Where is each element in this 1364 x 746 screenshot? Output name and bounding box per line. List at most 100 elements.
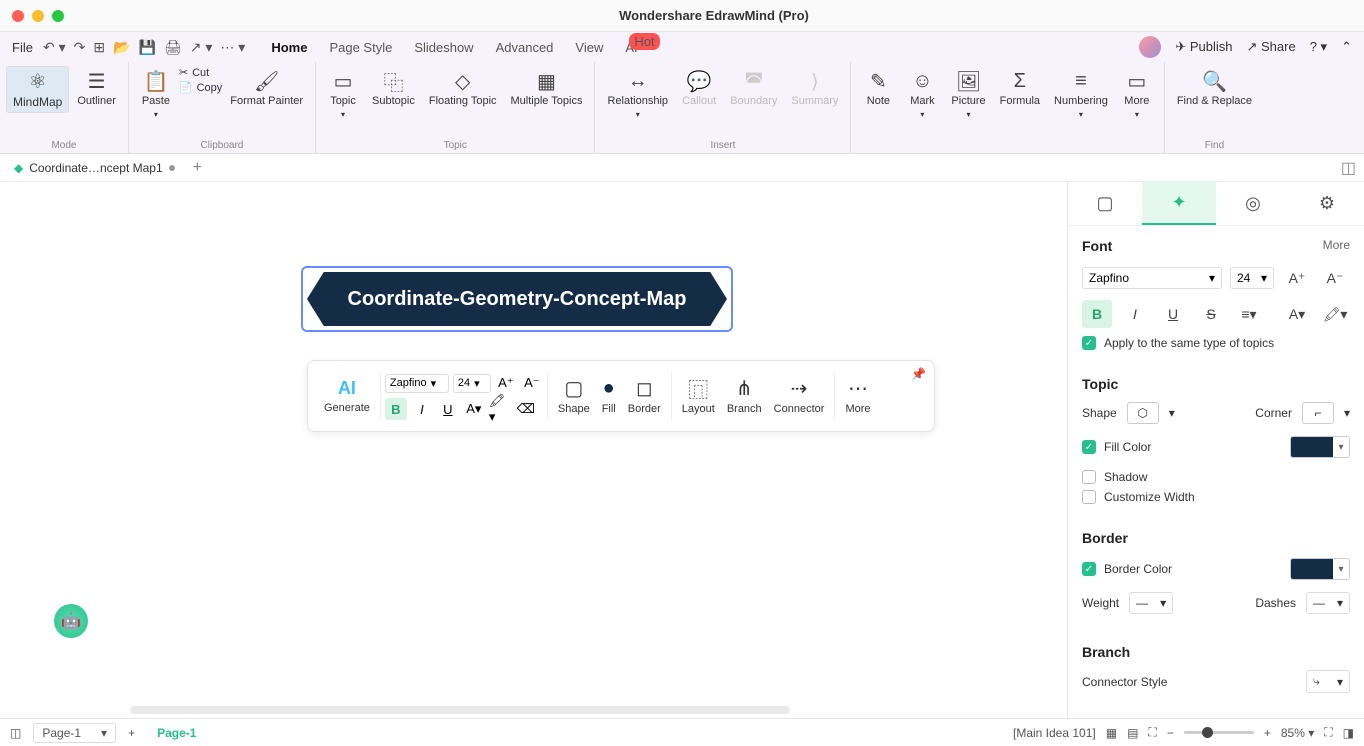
font-family-dropdown[interactable]: Zapfino▾ bbox=[1082, 267, 1222, 289]
border-color-swatch[interactable]: ▾ bbox=[1290, 558, 1350, 580]
italic-toggle[interactable]: I bbox=[1120, 300, 1150, 328]
print-icon[interactable]: 🖨 bbox=[164, 39, 182, 56]
outliner-mode[interactable]: ☰Outliner bbox=[71, 66, 122, 111]
apply-same-type-checkbox[interactable]: ✓Apply to the same type of topics bbox=[1082, 336, 1350, 350]
more-icon[interactable]: ⋯ ▾ bbox=[220, 39, 245, 56]
export-icon[interactable]: ↗ ▾ bbox=[190, 39, 213, 56]
tab-page-style[interactable]: Page Style bbox=[329, 40, 392, 55]
central-topic[interactable]: Coordinate-Geometry-Concept-Map bbox=[305, 270, 729, 328]
underline-button[interactable]: U bbox=[437, 398, 459, 420]
tab-advanced[interactable]: Advanced bbox=[496, 40, 554, 55]
dashes-dropdown[interactable]: —▾ bbox=[1306, 592, 1350, 614]
relationship-button[interactable]: ↔Relationship▾ bbox=[601, 66, 674, 123]
copy-button[interactable]: 📄 Copy bbox=[179, 81, 222, 94]
open-icon[interactable]: 📂 bbox=[113, 39, 130, 56]
highlight-dropdown[interactable]: 🖍▾ bbox=[1320, 300, 1350, 328]
layout-button[interactable]: ⿵Layout bbox=[676, 378, 721, 415]
bold-toggle[interactable]: B bbox=[1082, 300, 1112, 328]
panel-toggle-icon[interactable]: ◫ bbox=[1341, 158, 1356, 178]
minimize-window[interactable] bbox=[32, 10, 44, 22]
zoom-in-button[interactable]: + bbox=[1264, 726, 1271, 740]
tab-view[interactable]: View bbox=[575, 40, 603, 55]
page-tab[interactable]: Page-1 bbox=[147, 726, 206, 740]
ai-generate-button[interactable]: AI Generate bbox=[318, 378, 376, 414]
publish-button[interactable]: ✈ Publish bbox=[1175, 39, 1232, 55]
file-menu[interactable]: File bbox=[12, 40, 33, 55]
cut-button[interactable]: ✂ Cut bbox=[179, 66, 222, 79]
font-size-select[interactable]: 24▾ bbox=[453, 374, 491, 393]
border-color-checkbox[interactable]: ✓Border Color bbox=[1082, 562, 1172, 576]
formula-button[interactable]: ΣFormula bbox=[994, 66, 1046, 111]
connector-button[interactable]: ⇢Connector bbox=[768, 378, 831, 415]
redo-icon[interactable]: ↷ bbox=[74, 39, 86, 56]
topic-button[interactable]: ▭Topic▾ bbox=[322, 66, 364, 123]
zoom-level[interactable]: 85% ▾ bbox=[1281, 726, 1314, 740]
mark-button[interactable]: ☺Mark▾ bbox=[901, 66, 943, 123]
more-button[interactable]: ⋯More bbox=[839, 378, 876, 415]
picture-button[interactable]: 🖼Picture▾ bbox=[945, 66, 991, 123]
clear-format-button[interactable]: ⌫ bbox=[515, 398, 537, 420]
paste-button[interactable]: 📋Paste▾ bbox=[135, 66, 177, 123]
note-button[interactable]: ✎Note bbox=[857, 66, 899, 111]
fill-color-swatch[interactable]: ▾ bbox=[1290, 436, 1350, 458]
tab-ai[interactable]: AIHot bbox=[625, 40, 637, 55]
font-size-dropdown[interactable]: 24▾ bbox=[1230, 267, 1274, 289]
fullscreen-icon[interactable]: ⛶ bbox=[1324, 725, 1332, 740]
subtopic-button[interactable]: ⿻Subtopic bbox=[366, 66, 421, 111]
tab-slideshow[interactable]: Slideshow bbox=[414, 40, 473, 55]
highlight-button[interactable]: 🖍▾ bbox=[489, 398, 511, 420]
sidetab-map-icon[interactable]: ◎ bbox=[1216, 182, 1290, 225]
mindmap-mode[interactable]: ⚛MindMap bbox=[6, 66, 69, 113]
help-icon[interactable]: ? ▾ bbox=[1310, 39, 1327, 55]
document-tab[interactable]: ◆ Coordinate…ncept Map1 bbox=[8, 161, 181, 175]
font-more-link[interactable]: More bbox=[1323, 238, 1350, 252]
outline-view-icon[interactable]: ◫ bbox=[10, 726, 21, 740]
numbering-button[interactable]: ≡Numbering▾ bbox=[1048, 66, 1114, 123]
shadow-checkbox[interactable]: Shadow bbox=[1082, 470, 1350, 484]
tab-home[interactable]: Home bbox=[271, 40, 307, 55]
zoom-slider[interactable] bbox=[1184, 731, 1254, 734]
format-painter-button[interactable]: 🖌Format Painter bbox=[224, 66, 309, 111]
sidetab-style-icon[interactable]: ✦ bbox=[1142, 182, 1216, 225]
close-window[interactable] bbox=[12, 10, 24, 22]
ai-assistant-bot[interactable]: 🤖 bbox=[54, 604, 88, 638]
page-select[interactable]: Page-1▾ bbox=[33, 723, 116, 743]
more-insert-button[interactable]: ▭More▾ bbox=[1116, 66, 1158, 123]
branch-button[interactable]: ⋔Branch bbox=[721, 378, 768, 415]
new-icon[interactable]: ⊞ bbox=[93, 39, 105, 56]
strikethrough-toggle[interactable]: S bbox=[1196, 300, 1226, 328]
border-button[interactable]: ◻Border bbox=[622, 378, 667, 415]
pin-icon[interactable]: 📌 bbox=[911, 367, 926, 381]
font-family-select[interactable]: Zapfino▾ bbox=[385, 374, 449, 393]
zoom-out-button[interactable]: − bbox=[1167, 726, 1174, 740]
font-color-dropdown[interactable]: A▾ bbox=[1282, 300, 1312, 328]
panel-icon[interactable]: ◨ bbox=[1343, 726, 1354, 740]
share-button[interactable]: ↗ Share bbox=[1247, 39, 1296, 55]
fill-button[interactable]: ●Fill bbox=[596, 378, 622, 415]
collapse-icon[interactable]: ⌃ bbox=[1341, 39, 1352, 55]
view-grid-icon[interactable]: ▦ bbox=[1106, 726, 1117, 740]
sidetab-settings-icon[interactable]: ⚙ bbox=[1290, 182, 1364, 225]
bold-button[interactable]: B bbox=[385, 398, 407, 420]
add-page-button[interactable]: + bbox=[128, 726, 135, 740]
add-tab-button[interactable]: + bbox=[193, 159, 202, 177]
user-avatar[interactable] bbox=[1139, 36, 1161, 58]
increase-font-button[interactable]: A⁺ bbox=[1282, 264, 1312, 292]
floating-topic-button[interactable]: ◇Floating Topic bbox=[423, 66, 503, 111]
multiple-topics-button[interactable]: ▦Multiple Topics bbox=[505, 66, 589, 111]
align-toggle[interactable]: ≡▾ bbox=[1234, 300, 1264, 328]
find-replace-button[interactable]: 🔍Find & Replace bbox=[1171, 66, 1258, 111]
customize-width-checkbox[interactable]: Customize Width bbox=[1082, 490, 1350, 504]
decrease-font-icon[interactable]: A⁻ bbox=[521, 372, 543, 394]
underline-toggle[interactable]: U bbox=[1158, 300, 1188, 328]
maximize-window[interactable] bbox=[52, 10, 64, 22]
view-page-icon[interactable]: ▤ bbox=[1127, 726, 1138, 740]
font-color-button[interactable]: A▾ bbox=[463, 398, 485, 420]
shape-button[interactable]: ▢Shape bbox=[552, 378, 596, 415]
weight-dropdown[interactable]: —▾ bbox=[1129, 592, 1173, 614]
increase-font-icon[interactable]: A⁺ bbox=[495, 372, 517, 394]
save-icon[interactable]: 💾 bbox=[139, 39, 156, 56]
fill-color-checkbox[interactable]: ✓Fill Color bbox=[1082, 440, 1151, 454]
connector-style-dropdown[interactable]: ⤷▾ bbox=[1306, 670, 1350, 693]
undo-icon[interactable]: ↶ ▾ bbox=[43, 39, 66, 56]
